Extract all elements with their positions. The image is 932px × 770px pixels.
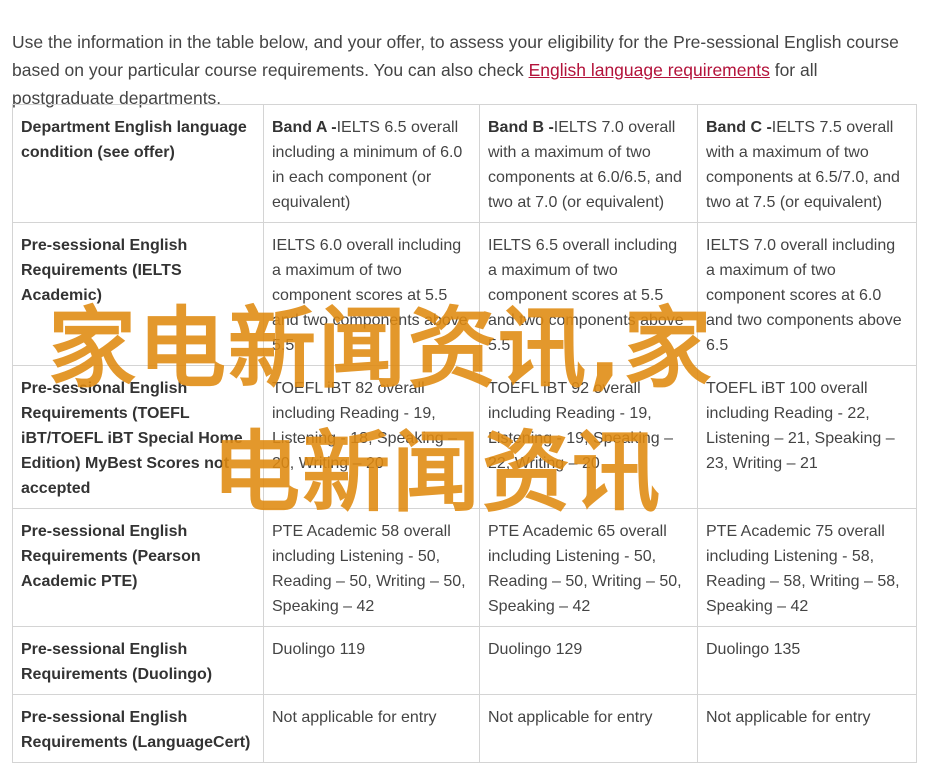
row-header: Pre-sessional English Requirements (Lang… — [12, 694, 264, 763]
table-cell: TOEFL iBT 82 overall including Reading -… — [263, 365, 480, 509]
table-cell: Not applicable for entry — [697, 694, 917, 763]
english-language-requirements-link[interactable]: English language requirements — [529, 60, 770, 80]
table-cell: TOEFL iBT 100 overall including Reading … — [697, 365, 917, 509]
table-cell: Duolingo 119 — [263, 626, 480, 695]
table-cell: Band B -IELTS 7.0 overall with a maximum… — [479, 104, 698, 223]
row-header: Pre-sessional English Requirements (Duol… — [12, 626, 264, 695]
table-cell: IELTS 7.0 overall including a maximum of… — [697, 222, 917, 366]
table-cell: Band A -IELTS 6.5 overall including a mi… — [263, 104, 480, 223]
table-row: Department English language condition (s… — [12, 104, 917, 223]
row-header: Pre-sessional English Requirements (TOEF… — [12, 365, 264, 509]
table-cell: Not applicable for entry — [479, 694, 698, 763]
row-header: Department English language condition (s… — [12, 104, 264, 223]
table-row: Pre-sessional English Requirements (Lang… — [12, 694, 917, 763]
table-row: Pre-sessional English Requirements (IELT… — [12, 222, 917, 366]
band-label: Band A - — [272, 119, 337, 136]
table-cell: IELTS 6.5 overall including a maximum of… — [479, 222, 698, 366]
table-row: Pre-sessional English Requirements (Pear… — [12, 508, 917, 627]
table-row: Pre-sessional English Requirements (TOEF… — [12, 365, 917, 509]
band-label: Band C - — [706, 119, 772, 136]
table-cell: Band C -IELTS 7.5 overall with a maximum… — [697, 104, 917, 223]
row-header: Pre-sessional English Requirements (Pear… — [12, 508, 264, 627]
table-cell: IELTS 6.0 overall including a maximum of… — [263, 222, 480, 366]
row-header: Pre-sessional English Requirements (IELT… — [12, 222, 264, 366]
table-cell: PTE Academic 65 overall including Listen… — [479, 508, 698, 627]
table-cell: Duolingo 129 — [479, 626, 698, 695]
table-cell: PTE Academic 58 overall including Listen… — [263, 508, 480, 627]
table-cell: Not applicable for entry — [263, 694, 480, 763]
requirements-table: Department English language condition (s… — [12, 104, 917, 763]
table-cell: Duolingo 135 — [697, 626, 917, 695]
table-cell: TOEFL iBT 92 overall including Reading -… — [479, 365, 698, 509]
intro-paragraph: Use the information in the table below, … — [12, 28, 922, 112]
table-cell: PTE Academic 75 overall including Listen… — [697, 508, 917, 627]
table-row: Pre-sessional English Requirements (Duol… — [12, 626, 917, 695]
band-label: Band B - — [488, 119, 554, 136]
